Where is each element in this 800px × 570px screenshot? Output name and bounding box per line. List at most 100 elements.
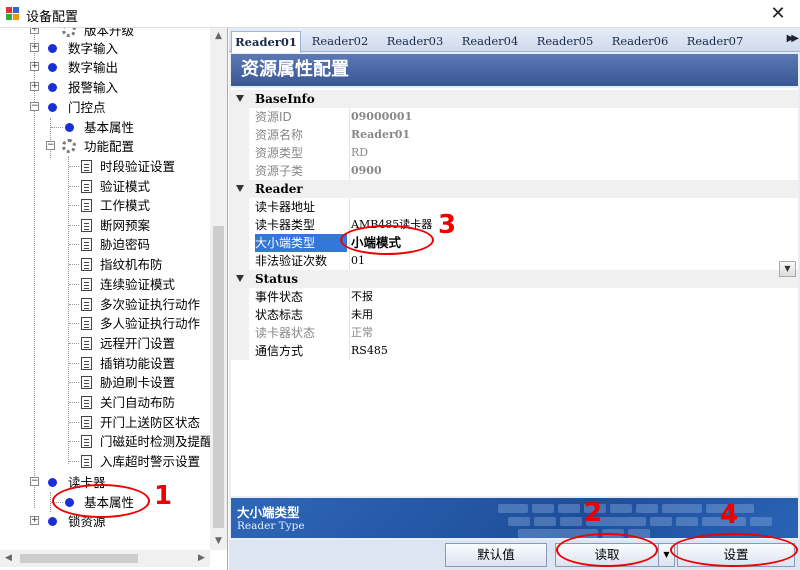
tree-connector	[69, 343, 79, 344]
category-baseinfo[interactable]: BaseInfo	[231, 90, 798, 108]
dot-icon	[48, 63, 57, 72]
property-resource-type[interactable]: 资源类型 RD	[231, 144, 798, 162]
tree-connector	[69, 461, 79, 462]
page-icon	[81, 337, 92, 350]
tree-node-digital-input[interactable]: + 数字输入	[0, 39, 210, 58]
tree-node-storage-timeout[interactable]: 入库超时警示设置	[0, 452, 210, 471]
category-reader[interactable]: Reader	[231, 180, 798, 198]
property-status-flag[interactable]: 状态标志 未用	[231, 306, 798, 324]
window-title: 设备配置	[26, 10, 79, 25]
dot-icon	[48, 83, 57, 92]
tree-vertical-scrollbar[interactable]: ▲ ▼	[210, 28, 227, 550]
tab-reader02[interactable]: Reader02	[303, 31, 377, 52]
reader-tabs: Reader01 Reader02 Reader03 Reader04 Read…	[229, 28, 800, 53]
tree-connector	[69, 205, 79, 206]
tree-node-continuous-verify[interactable]: 连续验证模式	[0, 275, 210, 294]
page-title: 资源属性配置	[231, 54, 798, 86]
tree-node-auto-arm-close[interactable]: 关门自动布防	[0, 393, 210, 412]
tab-reader05[interactable]: Reader05	[528, 31, 602, 52]
tree-node-period-verify[interactable]: 时段验证设置	[0, 157, 210, 176]
tree-node-fingerprint-arm[interactable]: 指纹机布防	[0, 255, 210, 274]
tab-scroll-right-icon[interactable]: ▶▶	[787, 33, 800, 44]
tree-connector	[69, 441, 79, 442]
tree-node-door-control[interactable]: − 门控点	[0, 98, 210, 117]
tab-reader01[interactable]: Reader01	[231, 31, 301, 53]
property-resource-name[interactable]: 资源名称 Reader01	[231, 126, 798, 144]
tree-node-alarm-input[interactable]: + 报警输入	[0, 78, 210, 97]
title-bar: 设备配置 ✕	[0, 0, 800, 28]
expand-icon[interactable]: +	[30, 82, 39, 91]
scroll-down-icon[interactable]: ▼	[210, 533, 227, 550]
property-event-status[interactable]: 事件状态 不报	[231, 288, 798, 306]
expand-icon[interactable]: +	[30, 516, 39, 525]
tree-node-open-report-zone[interactable]: 开门上送防区状态	[0, 413, 210, 432]
scroll-right-icon[interactable]: ▶	[193, 550, 210, 567]
description-text: Reader Type	[237, 520, 305, 532]
dot-icon	[65, 123, 74, 132]
dot-icon	[48, 103, 57, 112]
collapse-arrow-icon[interactable]	[236, 275, 244, 282]
page-icon	[81, 180, 92, 193]
property-resource-subtype[interactable]: 资源子类 0900	[231, 162, 798, 180]
tree-node-multi-verify-action[interactable]: 多次验证执行动作	[0, 295, 210, 314]
annotation-number-1: 1	[154, 481, 173, 511]
annotation-number-2: 2	[584, 498, 603, 528]
scroll-left-icon[interactable]: ◀	[0, 550, 17, 567]
tree-node-remote-open[interactable]: 远程开门设置	[0, 334, 210, 353]
property-illegal-verify-count[interactable]: 非法验证次数 01	[231, 252, 798, 270]
page-icon	[81, 396, 92, 409]
tree-node-function-config[interactable]: − 功能配置	[0, 137, 210, 156]
property-comm-mode[interactable]: 通信方式 RS485	[231, 342, 798, 360]
property-reader-address[interactable]: 读卡器地址	[231, 198, 798, 216]
collapse-icon[interactable]: −	[30, 102, 39, 111]
expand-icon[interactable]: +	[30, 28, 39, 34]
tree-node-duress-password[interactable]: 胁迫密码	[0, 235, 210, 254]
tree-node-duress-card[interactable]: 胁迫刷卡设置	[0, 373, 210, 392]
tree-node-offline-plan[interactable]: 断网预案	[0, 216, 210, 235]
page-icon	[81, 278, 92, 291]
description-title: 大小端类型	[237, 505, 300, 520]
expand-icon[interactable]: +	[30, 62, 39, 71]
tab-reader03[interactable]: Reader03	[378, 31, 452, 52]
page-icon	[81, 219, 92, 232]
scroll-up-icon[interactable]: ▲	[210, 28, 227, 45]
page-icon	[81, 435, 92, 448]
tree-connector	[69, 264, 79, 265]
property-endian-type[interactable]: 大小端类型 小端模式	[231, 234, 798, 252]
tab-reader04[interactable]: Reader04	[453, 31, 527, 52]
tree-node-work-mode[interactable]: 工作模式	[0, 196, 210, 215]
tree-node-multi-person-action[interactable]: 多人验证执行动作	[0, 314, 210, 333]
expand-icon[interactable]: +	[30, 43, 39, 52]
property-panel: Reader01 Reader02 Reader03 Reader04 Read…	[229, 28, 800, 570]
scroll-thumb[interactable]	[20, 554, 138, 563]
tab-reader07[interactable]: Reader07	[678, 31, 752, 52]
tree-connector	[69, 382, 79, 383]
tree-node-door-basic-props[interactable]: 基本属性	[0, 118, 210, 137]
property-reader-status[interactable]: 读卡器状态 正常	[231, 324, 798, 342]
tree-node-verify-mode[interactable]: 验证模式	[0, 177, 210, 196]
tab-reader06[interactable]: Reader06	[603, 31, 677, 52]
default-button[interactable]: 默认值	[445, 543, 547, 567]
tree-node-digital-output[interactable]: + 数字输出	[0, 58, 210, 77]
annotation-ring-3	[340, 225, 434, 255]
dropdown-arrow-icon[interactable]: ▼	[779, 261, 796, 277]
tree-connector	[69, 186, 79, 187]
gear-icon	[62, 28, 76, 37]
description-panel: 大小端类型 Reader Type	[231, 498, 798, 538]
dot-icon	[48, 44, 57, 53]
category-status[interactable]: Status	[231, 270, 798, 288]
property-reader-type[interactable]: 读卡器类型 AMB485读卡器	[231, 216, 798, 234]
scroll-thumb[interactable]	[213, 226, 224, 528]
collapse-arrow-icon[interactable]	[236, 185, 244, 192]
collapse-icon[interactable]: −	[30, 477, 39, 486]
tree-content: + 版本升级 + 数字输入 + 数字输出 + 报警输入 − 门控点 基本属性 −…	[0, 28, 210, 550]
tree-node-door-sensor-delay[interactable]: 门磁延时检测及提醒	[0, 432, 210, 451]
dot-icon	[48, 517, 57, 526]
tree-node-bolt-function[interactable]: 插销功能设置	[0, 354, 210, 373]
collapse-arrow-icon[interactable]	[236, 95, 244, 102]
collapse-icon[interactable]: −	[46, 141, 55, 150]
close-icon[interactable]: ✕	[766, 3, 790, 25]
property-resource-id[interactable]: 资源ID 09000001	[231, 108, 798, 126]
page-icon	[81, 376, 92, 389]
tree-horizontal-scrollbar[interactable]: ◀ ▶	[0, 550, 210, 567]
